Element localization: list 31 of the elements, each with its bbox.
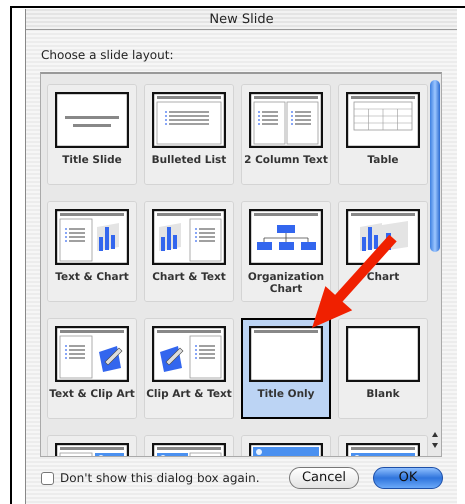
checkbox-label: Don't show this dialog box again.	[60, 470, 260, 487]
cancel-button[interactable]: Cancel	[289, 467, 359, 489]
slide-layout-icon	[152, 92, 226, 148]
slide-layout-icon	[346, 209, 420, 265]
slide-layout-icon	[152, 209, 226, 265]
layout-option[interactable]: Blank	[338, 318, 428, 419]
prompt-label: Choose a slide layout:	[41, 47, 175, 64]
layout-option[interactable]: Chart & Text	[144, 201, 234, 302]
slide-layout-icon	[249, 209, 323, 265]
layout-option[interactable]: Organization Chart	[241, 201, 331, 302]
layout-option[interactable]: Bulleted List	[144, 84, 234, 185]
slide-layout-icon	[55, 92, 129, 148]
slide-layout-icon	[152, 326, 226, 382]
layout-option[interactable]: Title Only	[241, 318, 331, 419]
layout-option[interactable]: 2 Column Text	[241, 84, 331, 185]
scroll-thumb[interactable]	[430, 80, 440, 252]
slide-layout-icon	[346, 92, 420, 148]
layout-option[interactable]: Table	[338, 84, 428, 185]
slide-layout-icon	[55, 326, 129, 382]
slide-layout-icon	[346, 326, 420, 382]
window-title: New Slide	[26, 9, 457, 30]
layout-option[interactable]: Text & Clip Art	[47, 318, 137, 419]
layout-option[interactable]: Clip Art & Text	[144, 318, 234, 419]
checkbox[interactable]	[41, 472, 54, 484]
layout-option[interactable]: Chart	[338, 201, 428, 302]
layout-option[interactable]: Title Slide	[47, 84, 137, 185]
slide-layout-icon	[249, 92, 323, 148]
slide-layout-icon	[55, 209, 129, 265]
layout-option[interactable]: Text & Chart	[47, 201, 137, 302]
ok-button[interactable]: OK	[373, 467, 443, 489]
slide-layout-icon	[249, 326, 323, 382]
